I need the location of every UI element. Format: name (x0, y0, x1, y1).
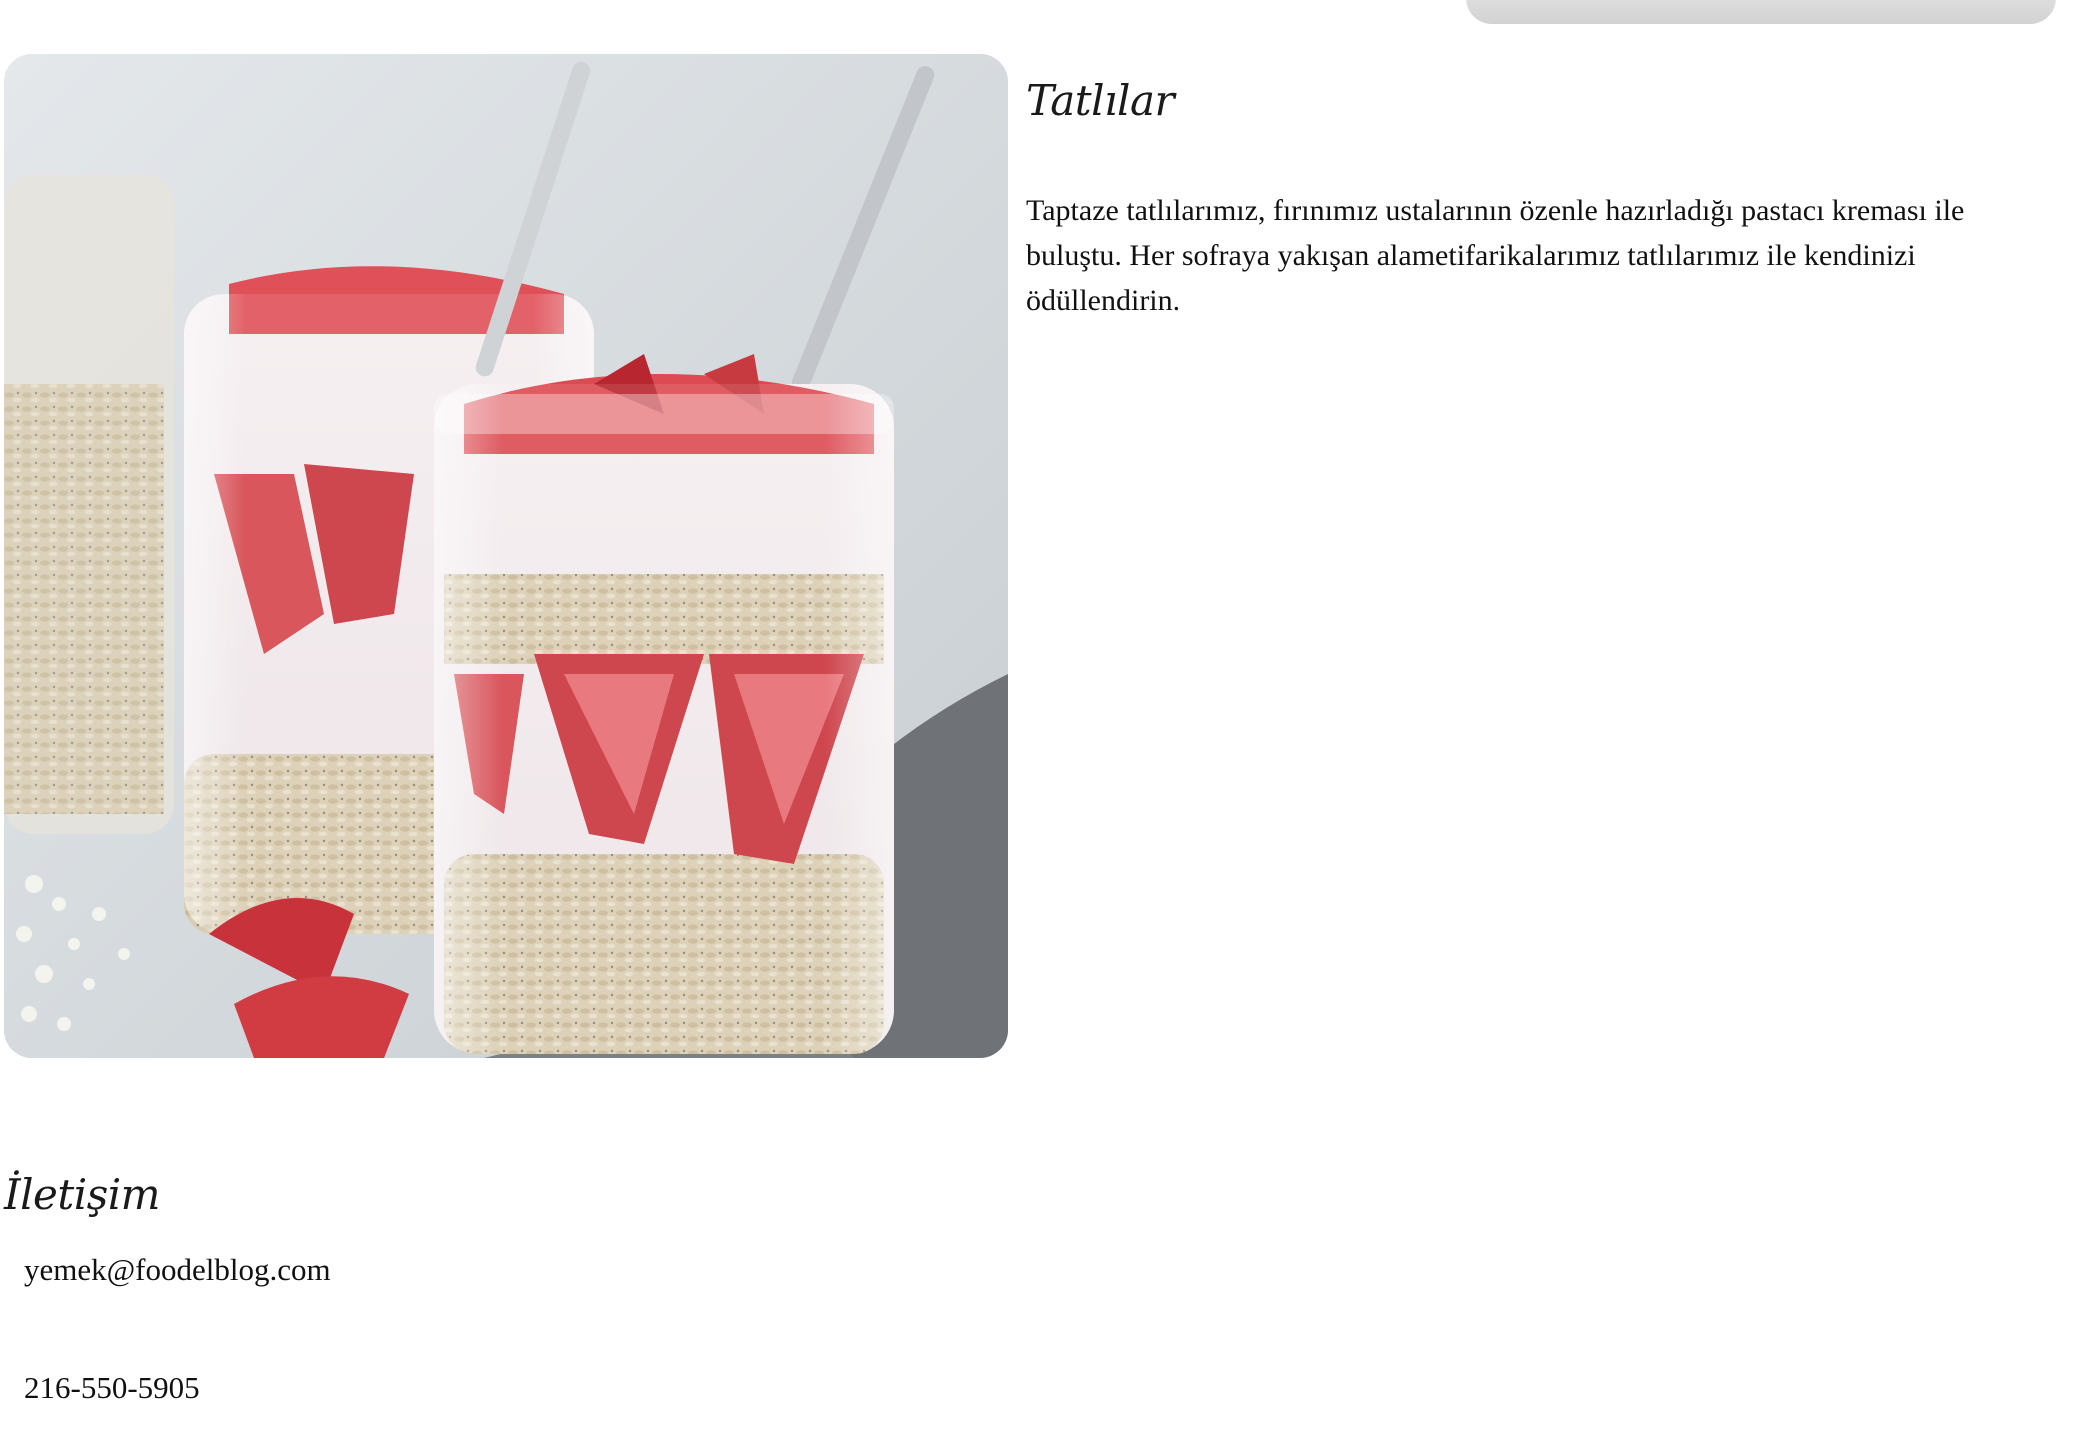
dessert-section-description: Taptaze tatlılarımız, fırınımız ustaları… (1026, 194, 1965, 317)
dessert-photo (4, 54, 1008, 1058)
contact-email[interactable]: yemek@foodelblog.com (24, 1252, 331, 1288)
dessert-photo-illustration (4, 54, 1008, 1058)
contact-phone[interactable]: 216-550-5905 (24, 1370, 200, 1406)
page: Tatlılar Taptaze tatlılarımız, fırınımız… (0, 0, 2092, 1442)
partial-image-top (1466, 0, 2056, 24)
dessert-section-title: Tatlılar (1026, 76, 1175, 125)
contact-section-title: İletişim (4, 1170, 161, 1219)
